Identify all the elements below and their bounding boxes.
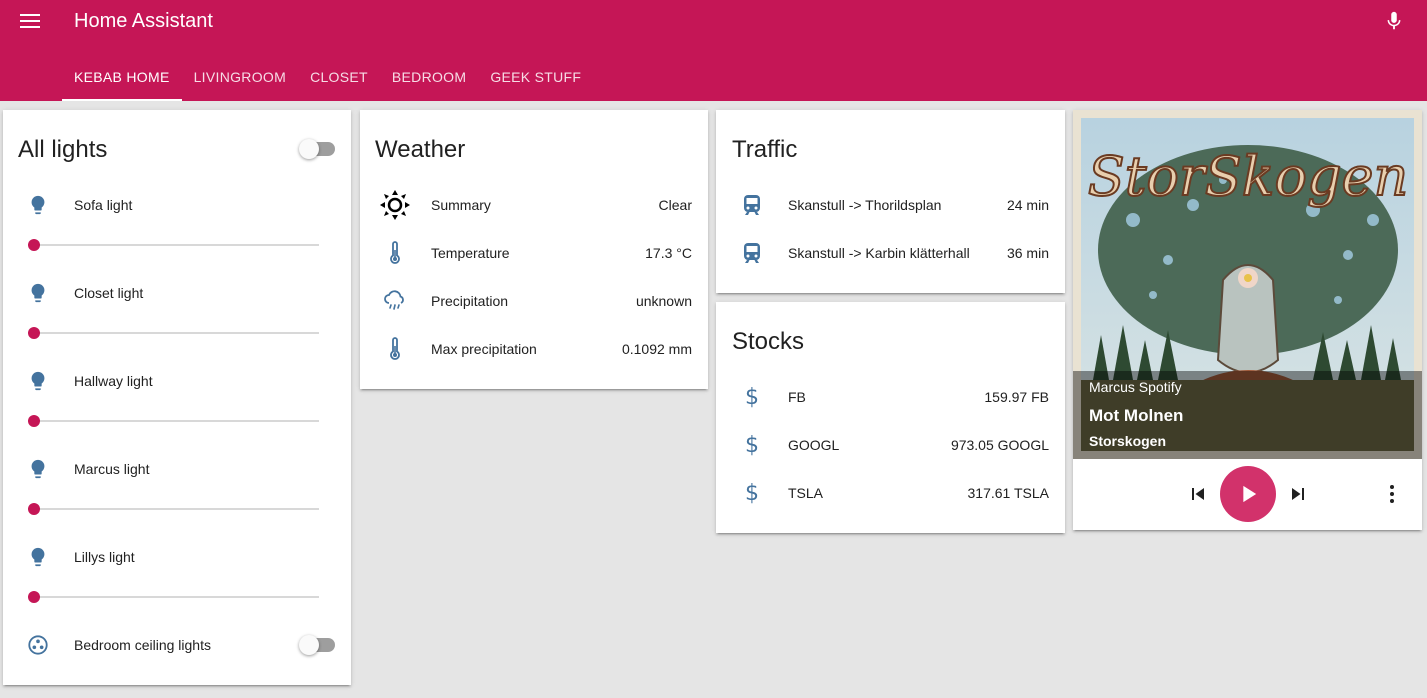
stocks-card-title: Stocks (732, 328, 805, 355)
weather-row-summary[interactable]: Summary Clear (360, 185, 708, 225)
light-row-lillys[interactable]: Lillys light (3, 537, 351, 577)
lights-card-title: All lights (18, 136, 108, 163)
stocks-card: Stocks $ FB 159.97 FB $ GOOGL 973.05 GOO… (716, 302, 1065, 533)
weather-label: Max precipitation (431, 341, 537, 357)
stock-value: 159.97 FB (984, 389, 1049, 405)
weather-card: Weather Summary Clear Temperature 17.3 °… (360, 110, 708, 389)
album-art-logo-text: StorSkogen (1088, 145, 1409, 208)
train-icon (732, 233, 772, 273)
weather-row-temperature[interactable]: Temperature 17.3 °C (360, 233, 708, 273)
lightbulb-icon (18, 361, 58, 401)
light-label: Sofa light (74, 197, 133, 213)
dollar-icon: $ (745, 432, 759, 458)
tab-bedroom[interactable]: BEDROOM (380, 56, 478, 101)
sofa-brightness-slider[interactable] (28, 235, 319, 255)
now-playing-overlay: Marcus Spotify Mot Molnen Storskogen (1073, 371, 1422, 459)
bedroom-ceiling-toggle[interactable] (299, 635, 335, 655)
play-button[interactable] (1220, 466, 1276, 522)
stock-label: TSLA (788, 485, 824, 501)
previous-track-button[interactable] (1186, 482, 1210, 506)
menu-icon[interactable] (18, 10, 42, 34)
stock-label: FB (788, 389, 806, 405)
dollar-icon: $ (745, 384, 759, 410)
skip-previous-icon (1192, 488, 1204, 500)
weather-label: Precipitation (431, 293, 509, 309)
marcus-brightness-slider[interactable] (28, 499, 319, 519)
media-artist: Storskogen (1089, 433, 1167, 449)
light-row-hallway[interactable]: Hallway light (3, 361, 351, 401)
microphone-icon[interactable] (1383, 9, 1405, 33)
group-label: Bedroom ceiling lights (74, 637, 211, 653)
traffic-card-title: Traffic (732, 136, 798, 163)
light-label: Marcus light (74, 461, 150, 477)
play-icon (1243, 485, 1257, 503)
stock-value: 973.05 GOOGL (950, 437, 1049, 453)
stock-value: 317.61 TSLA (967, 485, 1049, 501)
lightbulb-icon (18, 537, 58, 577)
traffic-label: Skanstull -> Thorildsplan (788, 197, 942, 213)
thermometer-icon (375, 329, 415, 369)
rain-cloud-icon (375, 281, 415, 321)
stock-row-tsla[interactable]: $ TSLA 317.61 TSLA (716, 473, 1065, 513)
traffic-row[interactable]: Skanstull -> Karbin klätterhall 36 min (716, 233, 1065, 273)
weather-card-title: Weather (375, 136, 466, 163)
weather-value: 17.3 °C (645, 245, 692, 261)
weather-label: Summary (431, 197, 491, 213)
tab-livingroom[interactable]: LIVINGROOM (182, 56, 298, 101)
tab-closet[interactable]: CLOSET (298, 56, 380, 101)
stock-row-fb[interactable]: $ FB 159.97 FB (716, 377, 1065, 417)
lightbulb-icon (18, 185, 58, 225)
skip-next-icon (1292, 488, 1304, 500)
tab-kebab-home[interactable]: KEBAB HOME (62, 56, 182, 101)
weather-value: Clear (658, 197, 692, 213)
traffic-value: 36 min (1006, 245, 1049, 261)
weather-row-precipitation[interactable]: Precipitation unknown (360, 281, 708, 321)
weather-row-max-precipitation[interactable]: Max precipitation 0.1092 mm (360, 329, 708, 369)
traffic-card: Traffic Skanstull -> Thorildsplan 24 min… (716, 110, 1065, 293)
tab-geek-stuff[interactable]: GEEK STUFF (478, 56, 593, 101)
weather-value: unknown (635, 293, 692, 309)
hallway-brightness-slider[interactable] (28, 411, 319, 431)
traffic-value: 24 min (1006, 197, 1049, 213)
light-label: Closet light (74, 285, 144, 301)
lights-group-icon (18, 625, 58, 665)
lightbulb-icon (18, 449, 58, 489)
light-row-sofa[interactable]: Sofa light (3, 185, 351, 225)
thermometer-icon (375, 233, 415, 273)
train-icon (732, 185, 772, 225)
light-row-marcus[interactable]: Marcus light (3, 449, 351, 489)
closet-brightness-slider[interactable] (28, 323, 319, 343)
media-player-card: StorSkogen Marcus Spotify Mot Molnen Sto… (1073, 110, 1422, 530)
view-tabs: KEBAB HOME LIVINGROOM CLOSET BEDROOM GEE… (62, 56, 593, 101)
lillys-brightness-slider[interactable] (28, 587, 319, 607)
lights-card: All lights Sofa light Closet light Hallw… (3, 110, 351, 685)
app-title: Home Assistant (74, 10, 213, 32)
sun-icon (375, 185, 415, 225)
media-track-title: Mot Molnen (1089, 406, 1184, 425)
traffic-row[interactable]: Skanstull -> Thorildsplan 24 min (716, 185, 1065, 225)
light-row-closet[interactable]: Closet light (3, 273, 351, 313)
weather-label: Temperature (431, 245, 510, 261)
app-header: Home Assistant KEBAB HOME LIVINGROOM CLO… (0, 0, 1427, 101)
dollar-icon: $ (745, 480, 759, 506)
light-label: Hallway light (74, 373, 153, 389)
traffic-label: Skanstull -> Karbin klätterhall (788, 245, 970, 261)
more-options-button[interactable] (1380, 482, 1404, 506)
stock-label: GOOGL (788, 437, 840, 453)
weather-value: 0.1092 mm (621, 341, 692, 357)
all-lights-toggle[interactable] (299, 139, 335, 159)
next-track-button[interactable] (1286, 482, 1310, 506)
more-vertical-icon (1390, 485, 1394, 503)
lightbulb-icon (18, 273, 58, 313)
stock-row-googl[interactable]: $ GOOGL 973.05 GOOGL (716, 425, 1065, 465)
media-source: Marcus Spotify (1089, 379, 1182, 395)
light-label: Lillys light (74, 549, 135, 565)
